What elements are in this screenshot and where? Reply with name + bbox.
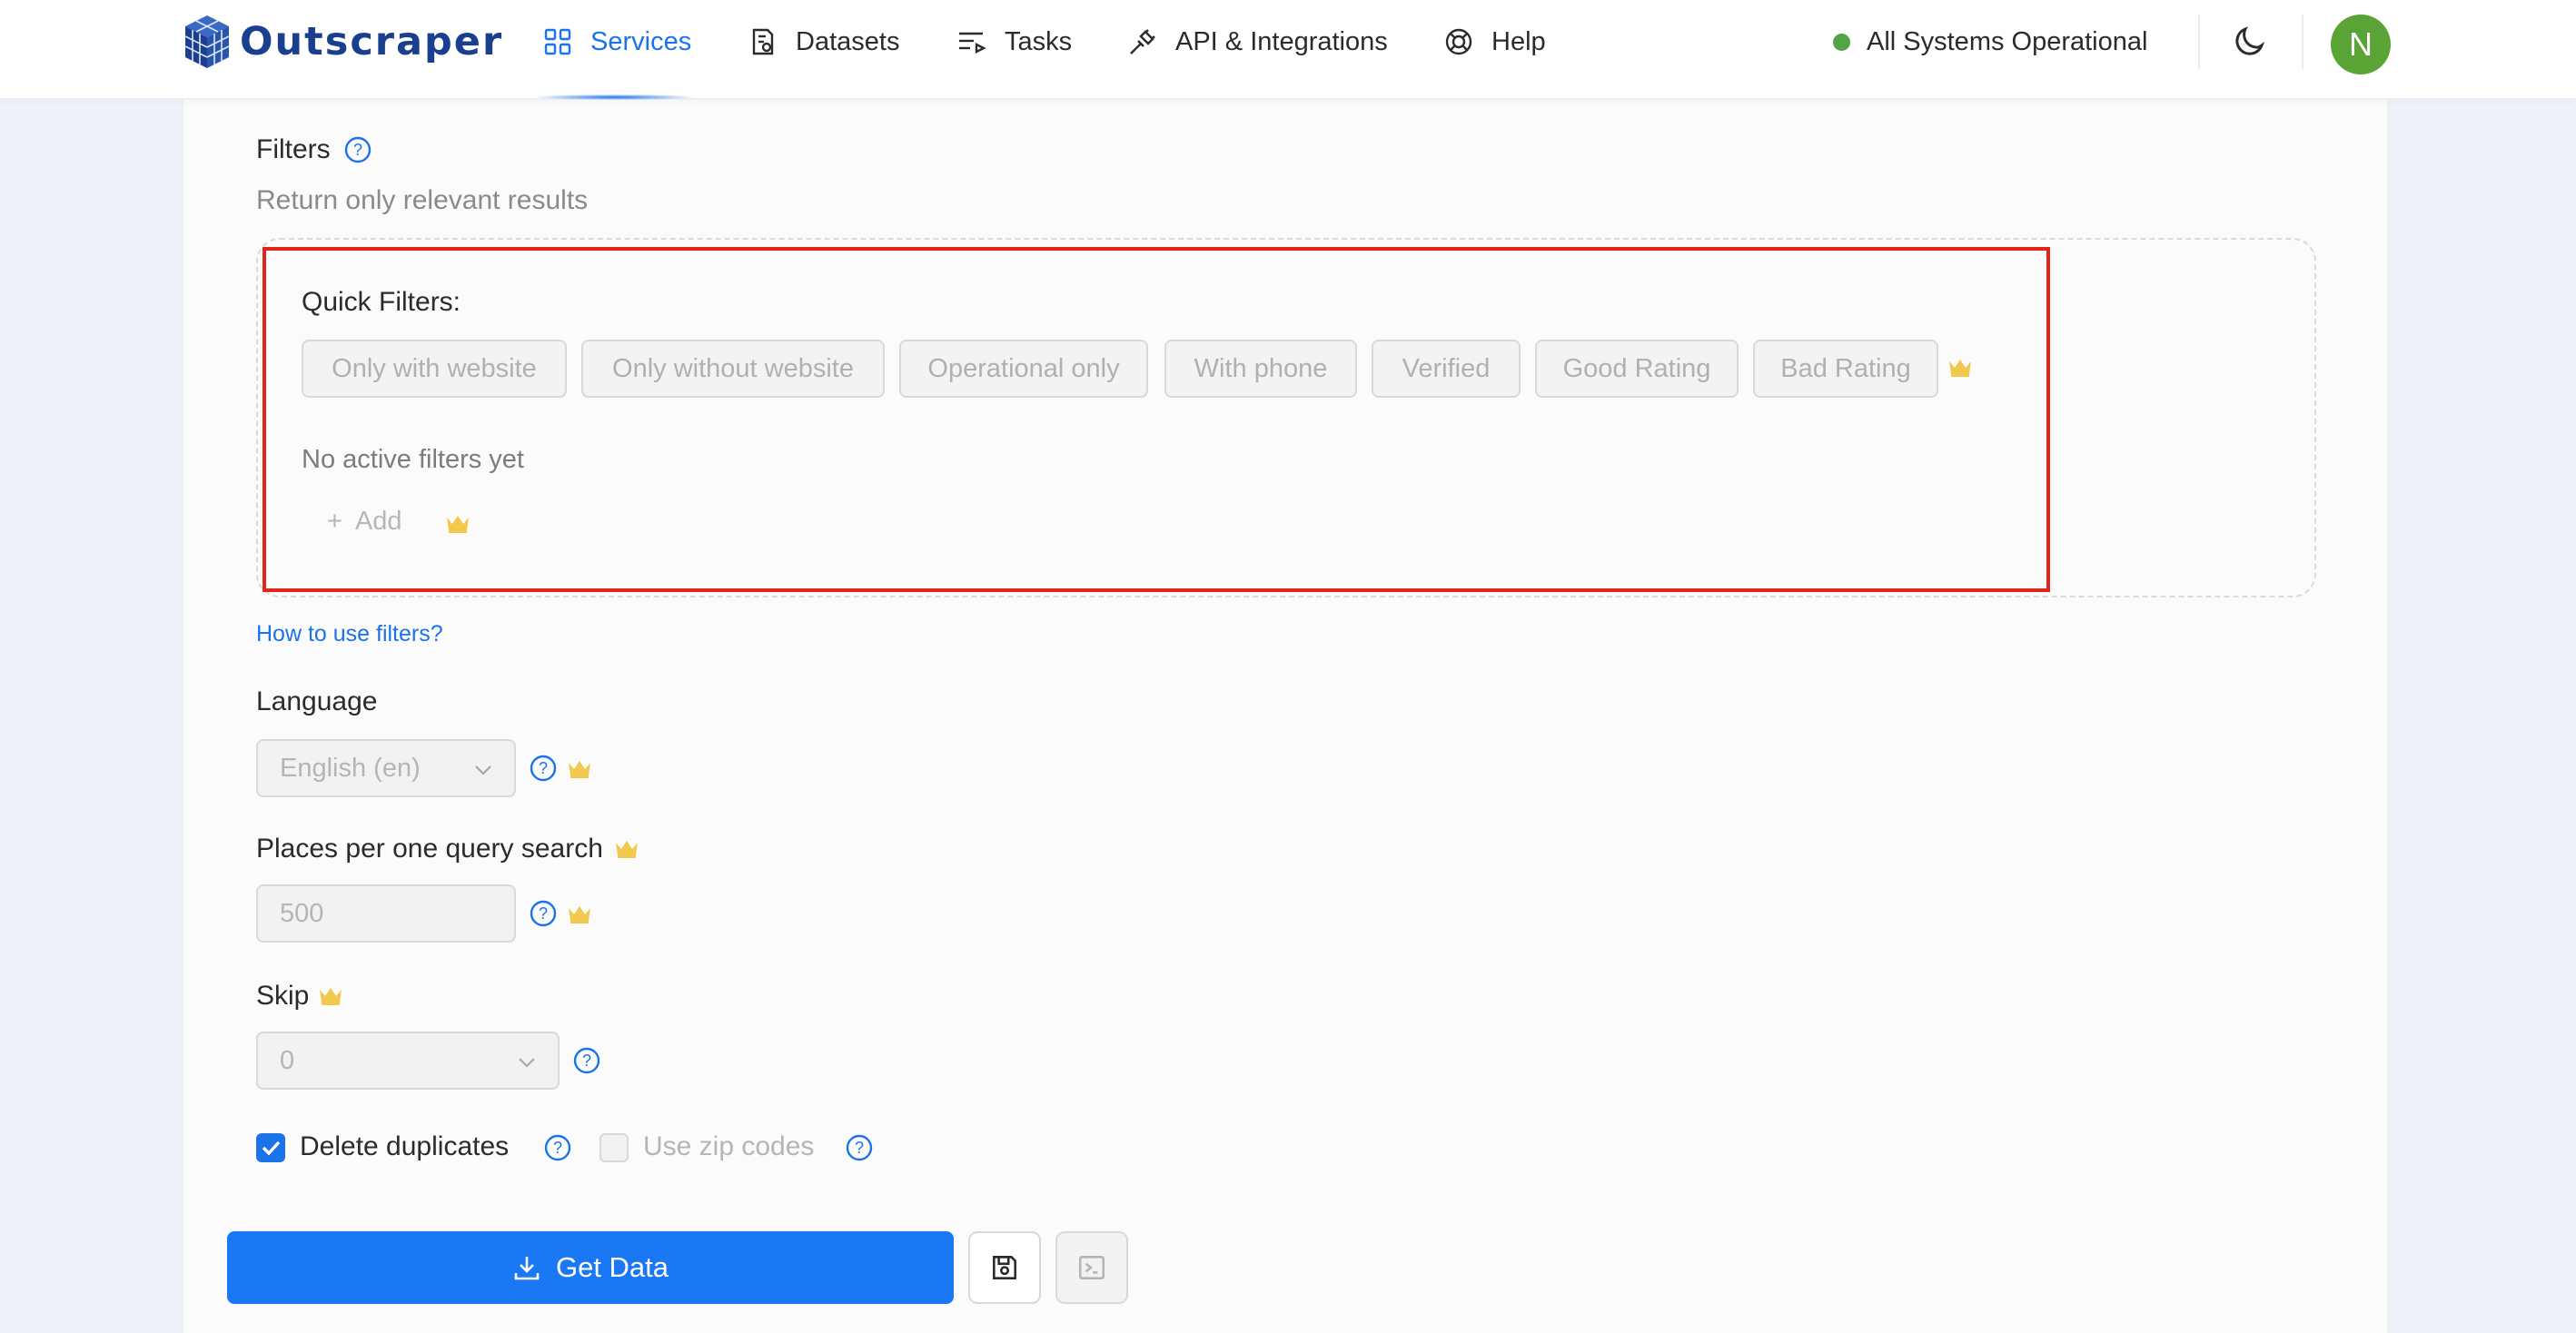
svg-text:?: ? xyxy=(553,1139,562,1157)
use-zip-codes-checkbox[interactable] xyxy=(599,1133,629,1162)
save-icon xyxy=(993,1256,1016,1279)
language-label: Language xyxy=(256,686,378,716)
active-nav-indicator xyxy=(538,94,692,100)
crown-icon xyxy=(569,761,590,778)
document-icon xyxy=(752,28,774,55)
svg-text:?: ? xyxy=(353,141,362,159)
filters-title: Filters xyxy=(256,134,331,164)
logo-text: Outscraper xyxy=(240,19,504,64)
delete-duplicates-label[interactable]: Delete duplicates xyxy=(300,1131,509,1162)
nav-divider xyxy=(2198,15,2200,69)
task-list-icon xyxy=(959,32,986,54)
avatar[interactable]: N xyxy=(2331,15,2391,74)
logo[interactable]: Outscraper xyxy=(182,13,503,71)
question-circle-icon[interactable]: ? xyxy=(529,899,558,928)
filters-heading: Filters ? xyxy=(256,134,372,165)
lifebuoy-icon xyxy=(1445,28,1472,55)
quick-filters-title: Quick Filters: xyxy=(302,287,461,317)
chip-bad-rating[interactable]: Bad Rating xyxy=(1753,340,1938,398)
question-circle-icon[interactable]: ? xyxy=(529,754,558,783)
api-code-button[interactable] xyxy=(1055,1231,1128,1304)
status-dot-icon xyxy=(1833,33,1850,51)
checkmark-icon xyxy=(262,1140,281,1156)
question-circle-icon[interactable]: ? xyxy=(845,1133,874,1162)
question-circle-icon[interactable]: ? xyxy=(543,1133,572,1162)
svg-text:?: ? xyxy=(539,759,548,777)
cube-logo-icon xyxy=(184,15,230,68)
skip-value: 0 xyxy=(280,1045,295,1075)
chevron-down-icon xyxy=(519,1058,535,1068)
plug-icon xyxy=(1130,29,1155,54)
nav-help[interactable]: Help xyxy=(1444,18,1546,65)
save-template-button[interactable] xyxy=(968,1231,1041,1304)
crown-icon xyxy=(1949,360,1971,377)
nav-divider xyxy=(2302,15,2304,69)
add-filter-button[interactable]: + Add xyxy=(327,507,402,537)
top-navigation-bar: Outscraper Services Datasets Tasks API &… xyxy=(0,0,2576,100)
language-select[interactable]: English (en) xyxy=(256,739,516,797)
nav-help-label: Help xyxy=(1491,26,1546,56)
get-data-label: Get Data xyxy=(555,1251,669,1283)
filters-subtitle: Return only relevant results xyxy=(256,185,589,215)
places-per-query-label: Places per one query search xyxy=(256,834,639,864)
chip-good-rating[interactable]: Good Rating xyxy=(1535,340,1739,398)
nav-datasets-label: Datasets xyxy=(796,26,900,56)
status-text: All Systems Operational xyxy=(1867,26,2148,56)
nav-services-label: Services xyxy=(590,26,692,56)
crown-icon xyxy=(320,988,342,1005)
crown-icon xyxy=(615,841,638,858)
chip-operational-only[interactable]: Operational only xyxy=(899,340,1148,398)
plus-icon: + xyxy=(327,507,342,536)
skip-select[interactable]: 0 xyxy=(256,1032,560,1090)
skip-label: Skip xyxy=(256,981,343,1012)
add-filter-label: Add xyxy=(354,507,402,536)
highlight-frame xyxy=(263,247,2050,592)
nav-api-label: API & Integrations xyxy=(1175,26,1388,56)
crown-icon xyxy=(569,906,590,923)
no-active-filters-text: No active filters yet xyxy=(302,445,524,474)
moon-icon[interactable] xyxy=(2231,22,2269,60)
question-circle-icon[interactable]: ? xyxy=(572,1046,601,1075)
grid-icon xyxy=(544,28,571,55)
use-zip-codes-label[interactable]: Use zip codes xyxy=(643,1131,814,1162)
question-circle-icon[interactable]: ? xyxy=(343,135,372,164)
places-label-text: Places per one query search xyxy=(256,834,603,864)
terminal-icon xyxy=(1078,1256,1105,1279)
nav-services[interactable]: Services xyxy=(543,18,691,65)
get-data-button[interactable]: Get Data xyxy=(227,1231,954,1304)
nav-api-integrations[interactable]: API & Integrations xyxy=(1128,18,1388,65)
chevron-down-icon xyxy=(475,765,491,775)
skip-label-text: Skip xyxy=(256,981,310,1011)
nav-tasks-label: Tasks xyxy=(1005,26,1073,56)
how-to-use-filters-link[interactable]: How to use filters? xyxy=(256,621,443,647)
svg-text:?: ? xyxy=(539,904,548,923)
download-icon xyxy=(514,1257,540,1280)
system-status[interactable]: All Systems Operational xyxy=(1833,24,2147,60)
svg-text:?: ? xyxy=(855,1139,864,1157)
delete-duplicates-checkbox[interactable] xyxy=(256,1133,285,1162)
places-per-query-input[interactable]: 500 xyxy=(256,884,516,943)
crown-icon xyxy=(447,516,469,533)
nav-datasets[interactable]: Datasets xyxy=(748,18,899,65)
language-value: English (en) xyxy=(280,753,421,783)
chip-only-without-website[interactable]: Only without website xyxy=(581,340,885,398)
nav-tasks[interactable]: Tasks xyxy=(957,18,1072,65)
chip-with-phone[interactable]: With phone xyxy=(1164,340,1357,398)
chip-only-with-website[interactable]: Only with website xyxy=(302,340,567,398)
chip-verified[interactable]: Verified xyxy=(1372,340,1521,398)
svg-text:?: ? xyxy=(582,1052,591,1070)
